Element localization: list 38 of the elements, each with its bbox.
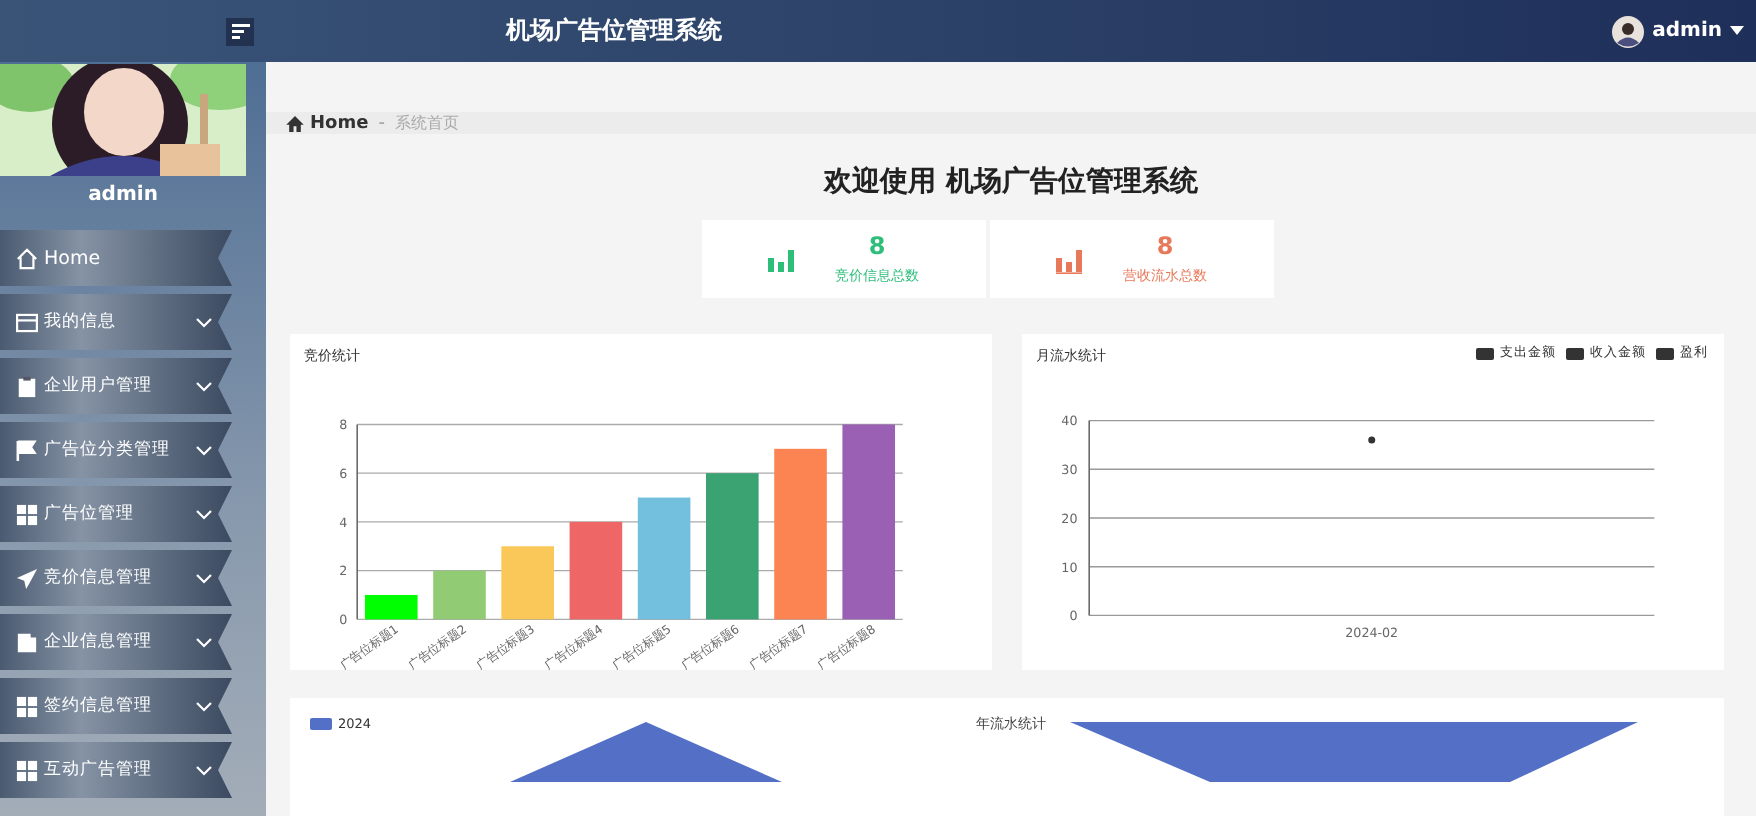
clipboard-icon — [16, 375, 38, 397]
data-point — [1368, 436, 1376, 444]
menu-item[interactable]: 互动广告管理 — [0, 742, 232, 798]
legend-swatch — [310, 718, 332, 730]
menu-item[interactable]: Home — [0, 230, 232, 286]
bar — [433, 570, 486, 620]
menu-item[interactable]: 竞价信息管理 — [0, 550, 232, 606]
user-menu[interactable]: admin — [1652, 20, 1722, 42]
card-icon — [16, 311, 38, 333]
breadcrumb-link[interactable]: Home — [310, 113, 369, 133]
stat-value: 8 — [1156, 232, 1174, 260]
welcome-heading: 欢迎使用 机场广告位管理系统 — [821, 164, 1200, 200]
menu-icon[interactable] — [226, 17, 254, 45]
menu-item[interactable]: 广告位管理 — [0, 486, 232, 542]
caret-icon[interactable] — [1730, 26, 1744, 36]
app-title: 机场广告位管理系统 — [506, 14, 722, 48]
bar — [569, 521, 623, 620]
menu-item[interactable]: 企业信息管理 — [0, 614, 232, 670]
paper-plane-icon — [16, 567, 38, 589]
grid-icon — [16, 759, 38, 781]
menu-item[interactable]: 企业用户管理 — [0, 358, 232, 414]
grid-icon — [16, 503, 38, 525]
menu-item[interactable]: 广告位分类管理 — [0, 422, 232, 478]
grid-icon — [16, 695, 38, 717]
bar — [364, 594, 418, 620]
home-icon — [286, 115, 304, 131]
breadcrumb-current: 系统首页 — [394, 112, 459, 134]
breadcrumb-separator: - — [378, 113, 385, 133]
bar — [501, 546, 554, 620]
menu-item[interactable]: 我的信息 — [0, 294, 232, 350]
flag-icon — [16, 439, 38, 461]
home-icon — [16, 247, 38, 269]
menu-item[interactable]: 签约信息管理 — [0, 678, 232, 734]
bar — [637, 497, 691, 620]
stat-value: 8 — [868, 232, 886, 260]
book-icon — [16, 631, 38, 653]
user-name: admin — [86, 184, 160, 206]
user-avatar-icon[interactable] — [1612, 15, 1645, 47]
